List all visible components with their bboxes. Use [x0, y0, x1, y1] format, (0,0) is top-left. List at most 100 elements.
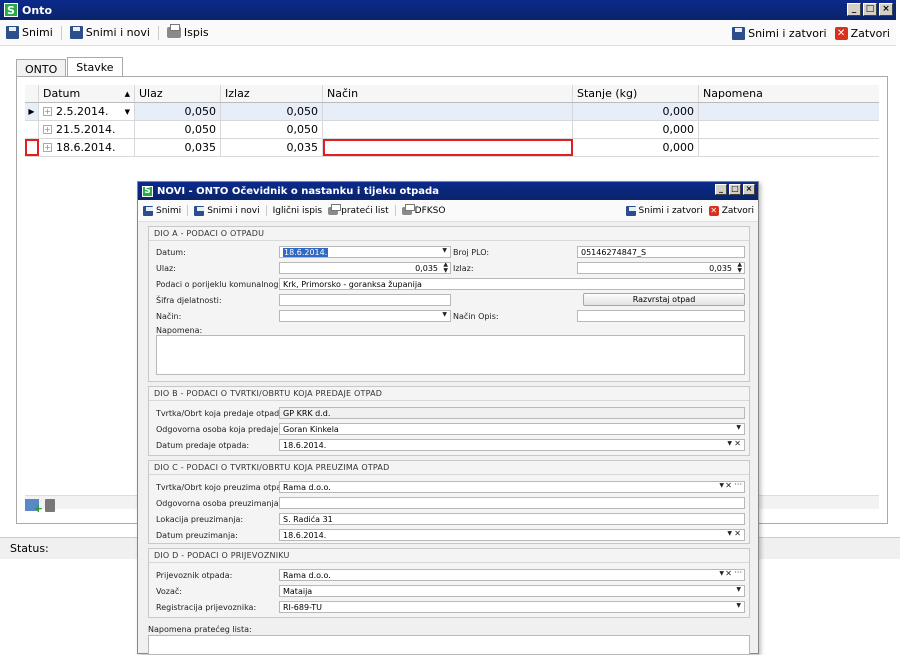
- lokacija-field[interactable]: S. Radića 31: [279, 513, 745, 525]
- registracija-select[interactable]: RI-689-TU ▼: [279, 601, 745, 613]
- clear-icon[interactable]: ✕: [725, 482, 732, 490]
- more-icon[interactable]: ···: [734, 482, 742, 489]
- column-header-datum[interactable]: Datum ▲: [39, 85, 135, 102]
- dialog-print-form-button[interactable]: Iglični ispis: [273, 206, 322, 216]
- clear-icon[interactable]: ✕: [725, 570, 732, 578]
- minimize-button[interactable]: _: [847, 3, 861, 16]
- izlaz-stepper[interactable]: 0,035 ▲ ▼: [577, 262, 745, 274]
- column-header-stanje[interactable]: Stanje (kg): [573, 85, 699, 102]
- napomena-textarea[interactable]: [156, 335, 745, 375]
- cell-nacin[interactable]: [323, 121, 573, 138]
- table-row[interactable]: + 21.5.2014. 0,050 0,050 0,000: [25, 121, 879, 139]
- chevron-down-icon[interactable]: ▼: [442, 247, 447, 254]
- cell-napomena[interactable]: [699, 121, 879, 138]
- datum-predaje-field[interactable]: 18.6.2014. ▼ ✕: [279, 439, 745, 451]
- status-label: Status:: [10, 542, 49, 555]
- expand-icon[interactable]: +: [43, 125, 52, 134]
- broj-plo-field[interactable]: 05146274847_S: [577, 246, 745, 258]
- datum-preuzimanja-field[interactable]: 18.6.2014. ▼ ✕: [279, 529, 745, 541]
- spinner-icon[interactable]: ▲ ▼: [443, 263, 448, 273]
- chevron-down-icon[interactable]: ▼: [736, 424, 741, 431]
- save-button[interactable]: Snimi: [6, 26, 53, 39]
- napomena-pratecog-label: Napomena pratećeg lista:: [148, 625, 252, 634]
- expand-icon[interactable]: +: [43, 107, 52, 116]
- add-row-icon[interactable]: [25, 499, 43, 515]
- expand-icon[interactable]: +: [43, 143, 52, 152]
- osoba-preuzimanja-field[interactable]: [279, 497, 745, 509]
- cell-ulaz[interactable]: 0,035: [135, 139, 221, 156]
- save-close-icon: [732, 26, 746, 40]
- spinner-icon[interactable]: ▲ ▼: [737, 263, 742, 273]
- cell-nacin[interactable]: [323, 103, 573, 120]
- vozac-select[interactable]: Mataija ▼: [279, 585, 745, 597]
- print-button[interactable]: Ispis: [166, 24, 209, 39]
- chevron-down-icon[interactable]: ▼: [125, 108, 130, 116]
- datum-field[interactable]: 18.6.2014. ▼: [279, 246, 451, 258]
- table-row[interactable]: + 18.6.2014. 0,035 0,035 0,000: [25, 139, 879, 157]
- cell-izlaz[interactable]: 0,050: [221, 121, 323, 138]
- nacin-opis-field[interactable]: [577, 310, 745, 322]
- dialog-close-button[interactable]: ✕ Zatvori: [708, 206, 754, 216]
- cell-napomena[interactable]: [699, 103, 879, 120]
- column-header-ulaz[interactable]: Ulaz: [135, 85, 221, 102]
- chevron-down-icon[interactable]: ▼: [727, 440, 732, 447]
- dialog-minimize-button[interactable]: _: [715, 184, 727, 195]
- dialog-close-window-button[interactable]: ×: [743, 184, 755, 195]
- lokacija-label: Lokacija preuzimanja:: [156, 515, 244, 524]
- more-icon[interactable]: ···: [734, 570, 742, 577]
- tvrtka-preuzima-label: Tvrtka/Obrt kojo preuzima otpad:: [156, 483, 290, 492]
- ulaz-stepper[interactable]: 0,035 ▲ ▼: [279, 262, 451, 274]
- cell-izlaz[interactable]: 0,035: [221, 139, 323, 156]
- nacin-select[interactable]: ▼: [279, 310, 451, 322]
- clear-icon[interactable]: ✕: [734, 440, 741, 448]
- chevron-down-icon[interactable]: ▼: [442, 311, 447, 318]
- dialog-save-close-button[interactable]: Snimi i zatvori: [625, 206, 703, 216]
- column-header-nacin[interactable]: Način: [323, 85, 573, 102]
- osoba-predaje-select[interactable]: Goran Kinkela ▼: [279, 423, 745, 435]
- chevron-down-icon[interactable]: ▼: [719, 570, 724, 577]
- cell-nacin-highlighted[interactable]: [323, 139, 573, 156]
- close-window-button[interactable]: ×: [879, 3, 893, 16]
- tvrtka-preuzima-select[interactable]: Rama d.o.o. ▼ ✕ ···: [279, 481, 745, 493]
- dialog-maximize-button[interactable]: □: [729, 184, 741, 195]
- registracija-label: Registracija prijevoznika:: [156, 603, 257, 612]
- cell-stanje[interactable]: 0,000: [573, 103, 699, 120]
- cell-stanje[interactable]: 0,000: [573, 139, 699, 156]
- tab-stavke[interactable]: Stavke: [67, 57, 123, 78]
- porijeklo-field[interactable]: Krk, Primorsko - goranksa županija: [279, 278, 745, 290]
- dialog-dfkso-button[interactable]: DFKSO: [401, 203, 445, 216]
- sifra-djelatnosti-field[interactable]: [279, 294, 451, 306]
- cell-ulaz[interactable]: 0,050: [135, 103, 221, 120]
- cell-datum[interactable]: + 2.5.2014. ▼: [39, 103, 135, 120]
- toolbar-separator: [157, 25, 159, 40]
- table-row[interactable]: ▶ + 2.5.2014. ▼ 0,050 0,050 0,000: [25, 103, 879, 121]
- chevron-down-icon[interactable]: ▼: [736, 586, 741, 593]
- cell-datum[interactable]: + 18.6.2014.: [39, 139, 135, 156]
- close-button[interactable]: ✕ Zatvori: [834, 26, 890, 40]
- column-header-napomena[interactable]: Napomena: [699, 85, 879, 102]
- cell-izlaz[interactable]: 0,050: [221, 103, 323, 120]
- razvrstaj-otpad-button[interactable]: Razvrstaj otpad: [583, 293, 745, 306]
- dialog-save-button[interactable]: Snimi: [143, 205, 181, 216]
- save-close-button[interactable]: Snimi i zatvori: [732, 26, 827, 40]
- cell-napomena[interactable]: [699, 139, 879, 156]
- prijevoznik-select[interactable]: Rama d.o.o. ▼ ✕ ···: [279, 569, 745, 581]
- column-header-izlaz[interactable]: Izlaz: [221, 85, 323, 102]
- dialog-accompanying-list-button[interactable]: prateći list: [328, 203, 389, 216]
- chevron-down-icon[interactable]: ▼: [736, 602, 741, 609]
- save-new-button[interactable]: Snimi i novi: [69, 26, 150, 39]
- cell-ulaz[interactable]: 0,050: [135, 121, 221, 138]
- napomena-pratecog-textarea[interactable]: [148, 635, 750, 655]
- chevron-down-icon[interactable]: ▼: [719, 482, 724, 489]
- cell-stanje[interactable]: 0,000: [573, 121, 699, 138]
- save-new-icon: [194, 205, 205, 216]
- main-window-title-bar: S Onto _ □ ×: [0, 0, 896, 20]
- chevron-down-icon[interactable]: ▼: [727, 530, 732, 537]
- clear-icon[interactable]: ✕: [734, 530, 741, 538]
- maximize-button[interactable]: □: [863, 3, 877, 16]
- delete-row-icon[interactable]: [45, 499, 55, 512]
- nacin-label: Način:: [156, 312, 182, 321]
- cell-datum[interactable]: + 21.5.2014.: [39, 121, 135, 138]
- tvrtka-predaje-field[interactable]: GP KRK d.d.: [279, 407, 745, 419]
- dialog-save-new-button[interactable]: Snimi i novi: [194, 205, 260, 216]
